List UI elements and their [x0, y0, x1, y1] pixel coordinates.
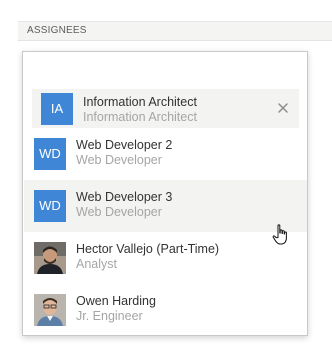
list-item[interactable]: Owen Harding Jr. Engineer: [24, 284, 307, 336]
assignee-name: Owen Harding: [76, 294, 156, 308]
assignee-name: Hector Vallejo (Part-Time): [76, 242, 220, 256]
assignee-role: Information Architect: [83, 110, 197, 124]
avatar: WD: [34, 138, 66, 170]
assignee-role: Jr. Engineer: [76, 309, 143, 323]
list-item[interactable]: Hector Vallejo (Part-Time) Analyst: [24, 232, 307, 284]
assignee-name: Information Architect: [83, 95, 197, 109]
section-title: ASSIGNEES: [27, 25, 87, 36]
hand-pointer-icon: [272, 224, 290, 246]
assignee-role: Web Developer: [76, 153, 162, 167]
list-item[interactable]: WD Web Developer 3 Web Developer: [24, 180, 307, 232]
assignees-section-header: ASSIGNEES: [0, 0, 332, 42]
assignee-role: Analyst: [76, 257, 117, 271]
assignee-dropdown: IA Information Architect Information Arc…: [22, 51, 308, 336]
avatar: [34, 294, 66, 326]
avatar: WD: [34, 190, 66, 222]
assignee-name: Web Developer 2: [76, 138, 173, 152]
assignees-widget: ASSIGNEES IA Information Architect Infor…: [0, 0, 332, 357]
assignee-name: Web Developer 3: [76, 190, 173, 204]
avatar: [34, 242, 66, 274]
close-icon[interactable]: [275, 100, 291, 116]
selected-assignee-chip[interactable]: IA Information Architect Information Arc…: [32, 89, 299, 128]
list-item[interactable]: WD Web Developer 2 Web Developer: [24, 128, 307, 180]
assignee-role: Web Developer: [76, 205, 162, 219]
avatar: IA: [41, 93, 73, 125]
